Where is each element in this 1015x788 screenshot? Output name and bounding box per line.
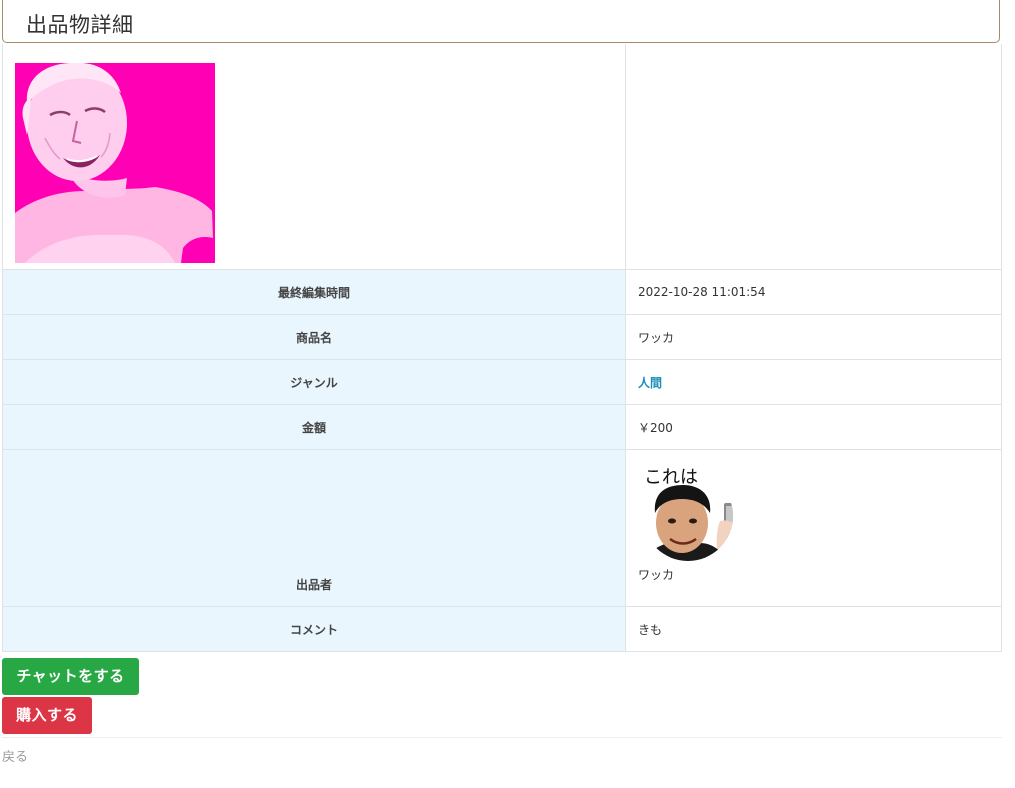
table-row: コメント きも	[2, 606, 1002, 652]
table-row	[2, 44, 1002, 270]
price-value: ￥200	[625, 404, 1002, 450]
table-row: 最終編集時間 2022-10-28 11:01:54	[2, 269, 1002, 315]
seller-name[interactable]: ワッカ	[638, 566, 1001, 583]
product-detail-table: 最終編集時間 2022-10-28 11:01:54 商品名 ワッカ ジャンル …	[2, 44, 1002, 652]
genre-link[interactable]: 人間	[638, 376, 662, 390]
back-link[interactable]: 戻る	[2, 746, 28, 765]
page-title: 出品物詳細	[26, 13, 134, 37]
seller-avatar[interactable]: これは	[638, 461, 738, 561]
comment-label: コメント	[2, 606, 626, 652]
divider	[2, 737, 1002, 738]
table-row: 金額 ￥200	[2, 404, 1002, 450]
table-row: ジャンル 人間	[2, 359, 1002, 405]
price-label: 金額	[2, 404, 626, 450]
seller-value-cell: これは ワッカ	[625, 449, 1002, 607]
svg-text:これは: これは	[644, 467, 698, 488]
buy-button[interactable]: 購入する	[2, 697, 92, 734]
page-header: 出品物詳細	[2, 0, 1000, 43]
genre-label: ジャンル	[2, 359, 626, 405]
genre-value-cell: 人間	[625, 359, 1002, 405]
product-detail-page: 出品物詳細 最終編集時間 2022-10-28 11:01:54 商品名 ワッカ…	[0, 0, 1015, 788]
seller-label: 出品者	[2, 449, 626, 607]
last-edited-value: 2022-10-28 11:01:54	[625, 269, 1002, 315]
product-image	[15, 62, 215, 263]
product-name-label: 商品名	[2, 314, 626, 360]
table-row: 商品名 ワッカ	[2, 314, 1002, 360]
product-name-value: ワッカ	[625, 314, 1002, 360]
comment-value: きも	[625, 606, 1002, 652]
product-image-cell	[2, 44, 626, 270]
empty-cell	[625, 44, 1002, 270]
chat-button[interactable]: チャットをする	[2, 658, 139, 695]
table-row: 出品者 これは ワッカ	[2, 449, 1002, 607]
last-edited-label: 最終編集時間	[2, 269, 626, 315]
